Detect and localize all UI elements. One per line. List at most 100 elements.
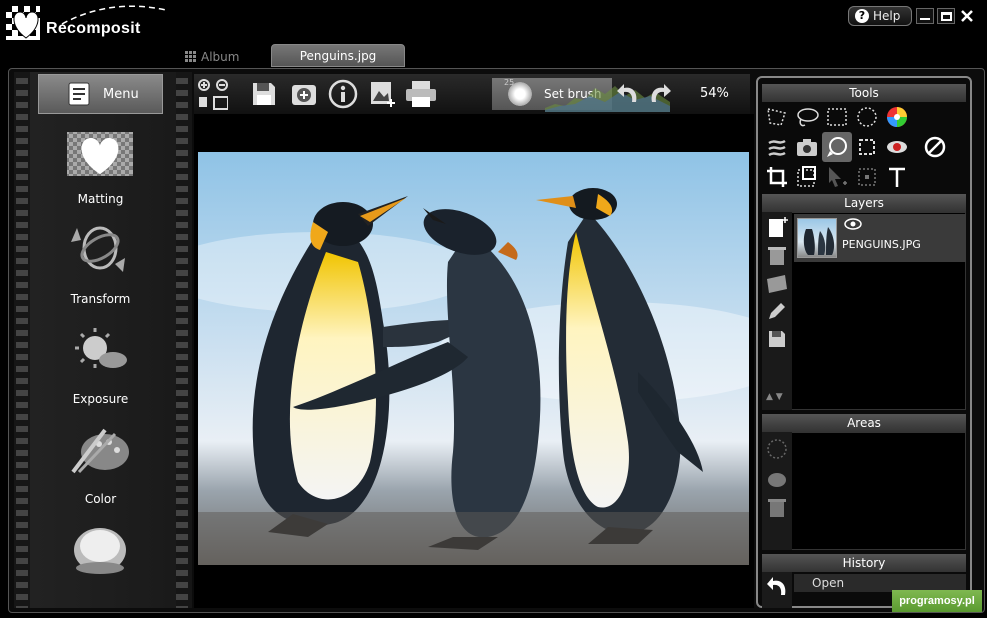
film-strip-left bbox=[16, 72, 28, 608]
menu-button[interactable]: Menu bbox=[38, 74, 163, 114]
maximize-icon bbox=[940, 12, 952, 21]
watermark: programosy.pl bbox=[892, 590, 982, 612]
magic-select-tool[interactable] bbox=[824, 134, 850, 160]
lasso-icon bbox=[797, 108, 819, 127]
save-layer-button[interactable] bbox=[764, 326, 790, 352]
info-icon bbox=[328, 79, 358, 109]
lasso-tool[interactable] bbox=[794, 104, 820, 130]
eye-visibility-icon[interactable] bbox=[844, 218, 862, 230]
color-button[interactable] bbox=[62, 424, 138, 476]
move-tool[interactable] bbox=[824, 164, 850, 190]
tab-album-label: Album bbox=[201, 50, 240, 64]
print-button[interactable] bbox=[404, 78, 436, 110]
brush-size: 25 bbox=[504, 78, 515, 87]
exposure-label: Exposure bbox=[72, 392, 129, 406]
photo-penguins-image bbox=[198, 152, 749, 565]
red-eye-tool[interactable] bbox=[884, 134, 910, 160]
zoom-icon bbox=[198, 79, 228, 110]
menu-icon bbox=[68, 82, 90, 106]
palette-icon bbox=[71, 428, 129, 474]
frame-tool[interactable] bbox=[854, 134, 880, 160]
sun-icon bbox=[75, 328, 127, 368]
info-button[interactable] bbox=[327, 78, 359, 110]
floppy-small-icon bbox=[769, 331, 785, 347]
exposure-button[interactable] bbox=[62, 324, 138, 376]
undo-button[interactable] bbox=[612, 78, 644, 110]
lasso-polygon-tool[interactable] bbox=[764, 104, 790, 130]
text-tool[interactable] bbox=[884, 164, 910, 190]
compact-button[interactable] bbox=[62, 524, 138, 576]
printer-icon bbox=[406, 81, 436, 107]
layer-thumbnail bbox=[797, 218, 837, 258]
rect-select-tool[interactable] bbox=[824, 104, 850, 130]
new-layer-button[interactable] bbox=[764, 214, 790, 240]
add-image-button[interactable] bbox=[367, 78, 399, 110]
resize-crop-tool[interactable] bbox=[794, 164, 820, 190]
heart-icon bbox=[67, 132, 133, 176]
history-header: History bbox=[762, 554, 966, 572]
tab-album[interactable]: Album bbox=[185, 48, 255, 66]
maximize-button[interactable] bbox=[937, 8, 955, 24]
color-wheel-tool[interactable] bbox=[884, 104, 910, 130]
new-page-icon bbox=[769, 217, 788, 237]
redo-button[interactable] bbox=[644, 78, 676, 110]
new-area-button[interactable] bbox=[764, 436, 790, 462]
undo-icon bbox=[617, 84, 637, 102]
areas-list[interactable] bbox=[762, 432, 966, 550]
history-undo-button[interactable] bbox=[764, 574, 790, 600]
magic-lasso-icon bbox=[827, 137, 847, 157]
penguins-photo[interactable] bbox=[198, 152, 749, 565]
matting-button[interactable] bbox=[62, 128, 138, 180]
menu-label: Menu bbox=[103, 86, 139, 102]
layer-name: PENGUINS.JPG bbox=[842, 238, 921, 251]
brush-stroke-tool[interactable] bbox=[764, 134, 790, 160]
delete-layer-button[interactable] bbox=[764, 242, 790, 268]
tablet-icon bbox=[767, 275, 787, 293]
transform-select-tool[interactable] bbox=[854, 164, 880, 190]
tab-penguins-label: Penguins.jpg bbox=[299, 48, 377, 63]
help-button[interactable]: ? Help bbox=[848, 6, 912, 26]
image-add-icon bbox=[371, 82, 395, 107]
arrow-move-icon bbox=[829, 167, 847, 187]
add-button[interactable] bbox=[288, 78, 320, 110]
app-logo bbox=[6, 4, 42, 40]
layer-order-arrows-icon[interactable]: ▲ ▼ bbox=[766, 392, 783, 402]
transform-button[interactable] bbox=[62, 222, 138, 274]
grid-icon bbox=[185, 51, 196, 62]
dotted-circle-icon bbox=[767, 439, 787, 459]
delete-area-button[interactable] bbox=[764, 494, 790, 520]
zoom-controls[interactable] bbox=[196, 78, 228, 110]
minimize-icon bbox=[920, 18, 930, 20]
transform-select-icon bbox=[858, 168, 876, 186]
floppy-icon bbox=[253, 83, 275, 105]
polygon-lasso-icon bbox=[767, 108, 786, 126]
brush-stroke-icon bbox=[768, 139, 786, 157]
logo-swoosh bbox=[61, 5, 167, 25]
areas-header: Areas bbox=[762, 414, 966, 432]
tab-penguins[interactable]: Penguins.jpg bbox=[271, 44, 405, 67]
ellipse-select-icon bbox=[857, 107, 877, 127]
cancel-tool[interactable] bbox=[922, 134, 948, 160]
edit-layer-button[interactable] bbox=[764, 298, 790, 324]
redo-icon bbox=[651, 84, 671, 102]
matting-label: Matting bbox=[77, 192, 124, 206]
compact-mirror-icon bbox=[74, 528, 126, 574]
area-shape-button[interactable] bbox=[764, 466, 790, 492]
history-undo-icon bbox=[767, 577, 786, 595]
crop-icon bbox=[767, 167, 787, 187]
question-icon: ? bbox=[855, 9, 869, 23]
resize-icon bbox=[797, 166, 816, 187]
add-folder-icon bbox=[292, 85, 316, 105]
close-icon bbox=[961, 10, 973, 22]
close-button[interactable] bbox=[958, 8, 976, 24]
camera-tool[interactable] bbox=[794, 134, 820, 160]
pencil-icon bbox=[769, 303, 785, 319]
crop-tool[interactable] bbox=[764, 164, 790, 190]
transform-label: Transform bbox=[70, 292, 131, 306]
layer-settings-button[interactable] bbox=[764, 270, 790, 296]
ellipse-select-tool[interactable] bbox=[854, 104, 880, 130]
minimize-button[interactable] bbox=[916, 8, 934, 24]
save-button[interactable] bbox=[248, 78, 280, 110]
blob-icon bbox=[768, 473, 786, 487]
help-label: Help bbox=[873, 9, 901, 23]
